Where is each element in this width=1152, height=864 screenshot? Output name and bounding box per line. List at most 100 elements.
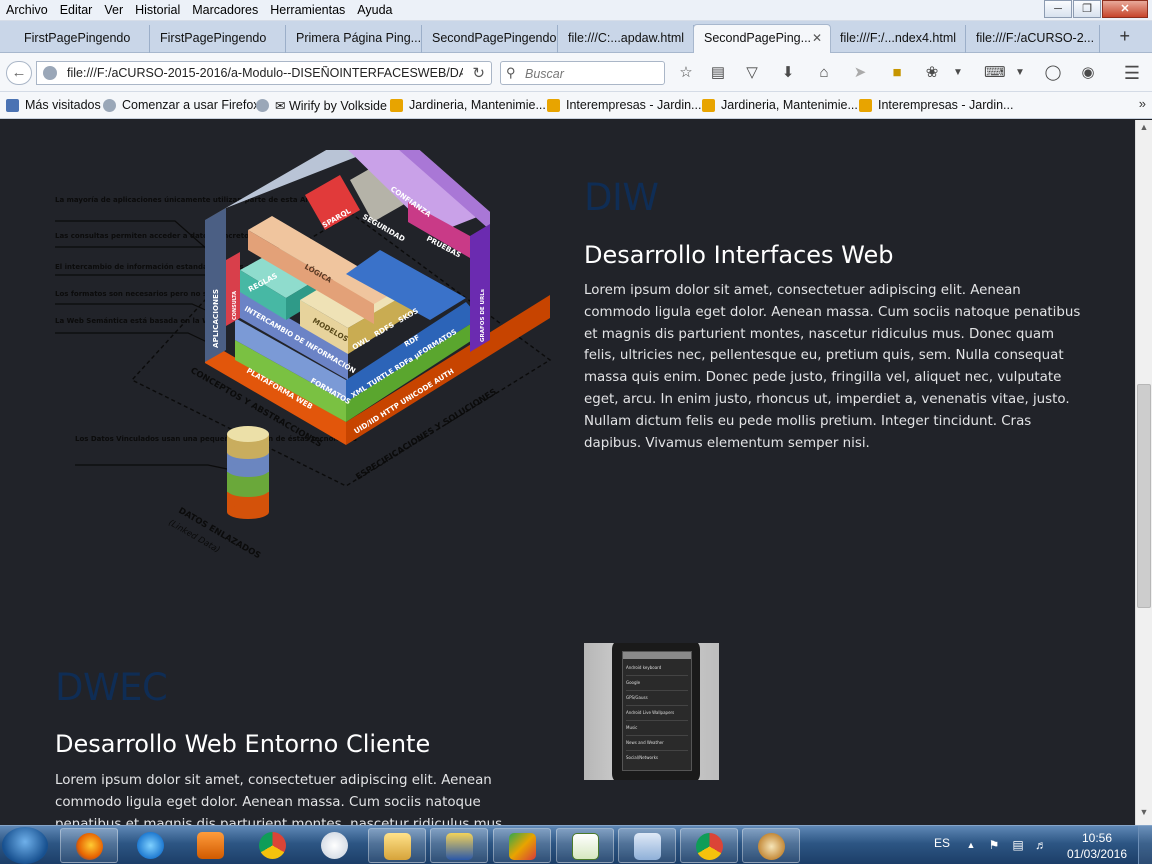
taskbar-ie[interactable] [122, 828, 180, 863]
note-text: La mayoría de aplicaciones únicamente ut… [55, 196, 350, 204]
home-icon[interactable]: ⌂ [814, 63, 834, 83]
taskbar-firefox[interactable] [60, 828, 118, 863]
chevron-right-icon[interactable]: » [1139, 96, 1146, 111]
scrollbar-thumb[interactable] [1137, 384, 1151, 608]
taskbar-chrome[interactable] [244, 828, 302, 863]
show-desktop-button[interactable] [1138, 826, 1152, 864]
reload-icon[interactable]: ↻ [472, 64, 485, 82]
leader-line [75, 464, 233, 471]
media-player-icon [197, 832, 224, 859]
bug-icon[interactable]: ❀ [922, 63, 942, 83]
tab-file-acurso[interactable]: file:///F:/aCURSO-2... [966, 25, 1100, 53]
action-center-icon[interactable]: ⚑ [987, 838, 1001, 852]
bookmark-jardineria-2[interactable]: Jardineria, Mantenimie... [702, 98, 858, 112]
tab-primera-pagina[interactable]: Primera Página Ping... [286, 25, 422, 53]
bookmark-wirify[interactable]: ✉ Wirify by Volkside [256, 98, 387, 113]
phone-app-list: Android keyboard Google GPS/Gauss Androi… [623, 659, 691, 767]
diw-title: Desarrollo Interfaces Web [584, 241, 894, 269]
phone-list-item: Android Live Wallpapers [626, 706, 688, 721]
download-icon[interactable]: ⬇ [778, 63, 798, 83]
leader-line [55, 246, 209, 257]
tab-file-index4[interactable]: file:///F:/...ndex4.html [830, 25, 966, 53]
network-tray-icon[interactable]: ▤ [1011, 838, 1025, 852]
feed-icon [859, 98, 872, 112]
taskbar-media[interactable] [182, 828, 240, 863]
system-clock[interactable]: 10:56 01/03/2016 [1066, 830, 1128, 862]
send-icon[interactable]: ➤ [850, 63, 870, 83]
tab-firstpage-2[interactable]: FirstPagePingendo [150, 25, 286, 53]
label-grafos: GRAFOS DE URLs [480, 288, 486, 342]
addon-icon[interactable]: ■ [887, 63, 907, 83]
menu-ver[interactable]: Ver [98, 2, 129, 18]
menu-ayuda[interactable]: Ayuda [351, 2, 398, 18]
minimize-button[interactable]: ─ [1044, 0, 1072, 18]
menu-herramientas[interactable]: Herramientas [264, 2, 351, 18]
url-bar[interactable]: file:///F:/aCURSO-2015-2016/a-Modulo--DI… [36, 61, 492, 85]
chat-icon[interactable]: ◯ [1043, 63, 1063, 83]
taskbar-scan[interactable] [493, 828, 551, 863]
tab-firstpage-1[interactable]: FirstPagePingendo [14, 25, 150, 53]
menu-editar[interactable]: Editar [54, 2, 99, 18]
bookmarks-bar: Más visitados Comenzar a usar Firefox ✉ … [0, 92, 1152, 119]
dev-tools-icon[interactable]: ⌨ [984, 63, 1006, 83]
taskbar-explorer[interactable] [368, 828, 426, 863]
taskbar-network[interactable] [430, 828, 488, 863]
database-cylinder-icon [227, 426, 269, 519]
restore-button[interactable]: ❐ [1073, 0, 1101, 18]
ie-icon [137, 832, 164, 859]
network-icon [446, 833, 473, 860]
phone-list-item: Google [626, 676, 688, 691]
bookmark-jardineria-1[interactable]: Jardineria, Mantenimie... [390, 98, 546, 112]
volume-icon[interactable]: ♬ [1034, 838, 1048, 852]
language-indicator[interactable]: ES [934, 836, 950, 850]
tab-label: SecondPagePing... [704, 31, 812, 45]
tab-secondpage[interactable]: SecondPagePingendo [422, 25, 558, 53]
menu-bar: Archivo Editar Ver Historial Marcadores … [0, 0, 1152, 21]
menu-archivo[interactable]: Archivo [0, 2, 54, 18]
start-button[interactable] [2, 827, 48, 864]
search-input[interactable]: ⚲ Buscar [500, 61, 665, 85]
taskbar-paint[interactable] [306, 828, 364, 863]
phone-status-bar [623, 652, 691, 659]
phone-list-item: News and Weather [626, 736, 688, 751]
pocket-icon[interactable]: ▽ [742, 63, 762, 83]
back-icon[interactable]: ← [6, 61, 32, 85]
tab-secondpage-active[interactable]: SecondPagePing... ✕ [693, 24, 831, 54]
menu-historial[interactable]: Historial [129, 2, 186, 18]
hamburger-menu-icon[interactable]: ☰ [1122, 63, 1142, 83]
bookmark-star-icon[interactable]: ☆ [676, 63, 696, 83]
bookmark-interempresas-2[interactable]: Interempresas - Jardin... [859, 98, 1013, 112]
windows-taskbar: ES ▲ ⚑ ▤ ♬ 10:56 01/03/2016 [0, 825, 1152, 864]
tab-label: FirstPagePingendo [24, 31, 131, 45]
explorer-icon [384, 833, 411, 860]
new-tab-icon[interactable]: + [1119, 26, 1130, 47]
scroll-up-icon[interactable]: ▲ [1136, 122, 1152, 138]
taskbar-windows[interactable] [618, 828, 676, 863]
taskbar-paintbrush[interactable] [742, 828, 800, 863]
bookmark-comenzar-firefox[interactable]: Comenzar a usar Firefox [103, 98, 260, 112]
page-scrollbar[interactable]: ▲ ▼ [1135, 120, 1152, 825]
leader-line [55, 303, 211, 313]
reading-list-icon[interactable]: ▤ [708, 63, 728, 83]
tab-label: file:///F:/...ndex4.html [840, 31, 957, 45]
dropdown-arrow-icon[interactable]: ▼ [1010, 63, 1030, 83]
close-window-button[interactable]: ✕ [1102, 0, 1148, 18]
menu-marcadores[interactable]: Marcadores [186, 2, 264, 18]
tab-label: file:///C:...apdaw.html [568, 31, 685, 45]
tray-expand-icon[interactable]: ▲ [964, 838, 978, 852]
bookmark-interempresas-1[interactable]: Interempresas - Jardin... [547, 98, 701, 112]
world-icon[interactable]: ◉ [1078, 63, 1098, 83]
tab-file-apdaw[interactable]: file:///C:...apdaw.html [558, 25, 694, 53]
leader-line [55, 332, 208, 343]
dropdown-arrow-icon[interactable]: ▼ [948, 63, 968, 83]
dwec-body: Lorem ipsum dolor sit amet, consectetuer… [55, 773, 507, 825]
taskbar-notepad[interactable] [556, 828, 614, 863]
bookmark-mas-visitados[interactable]: Más visitados [6, 98, 101, 112]
semantic-web-diagram: La mayoría de aplicaciones únicamente ut… [55, 150, 552, 561]
scroll-down-icon[interactable]: ▼ [1136, 807, 1152, 823]
phone-screen: Android keyboard Google GPS/Gauss Androi… [622, 651, 692, 771]
paint-icon [321, 832, 348, 859]
phone-list-item: GPS/Gauss [626, 691, 688, 706]
close-tab-icon[interactable]: ✕ [812, 25, 822, 51]
taskbar-chrome-2[interactable] [680, 828, 738, 863]
